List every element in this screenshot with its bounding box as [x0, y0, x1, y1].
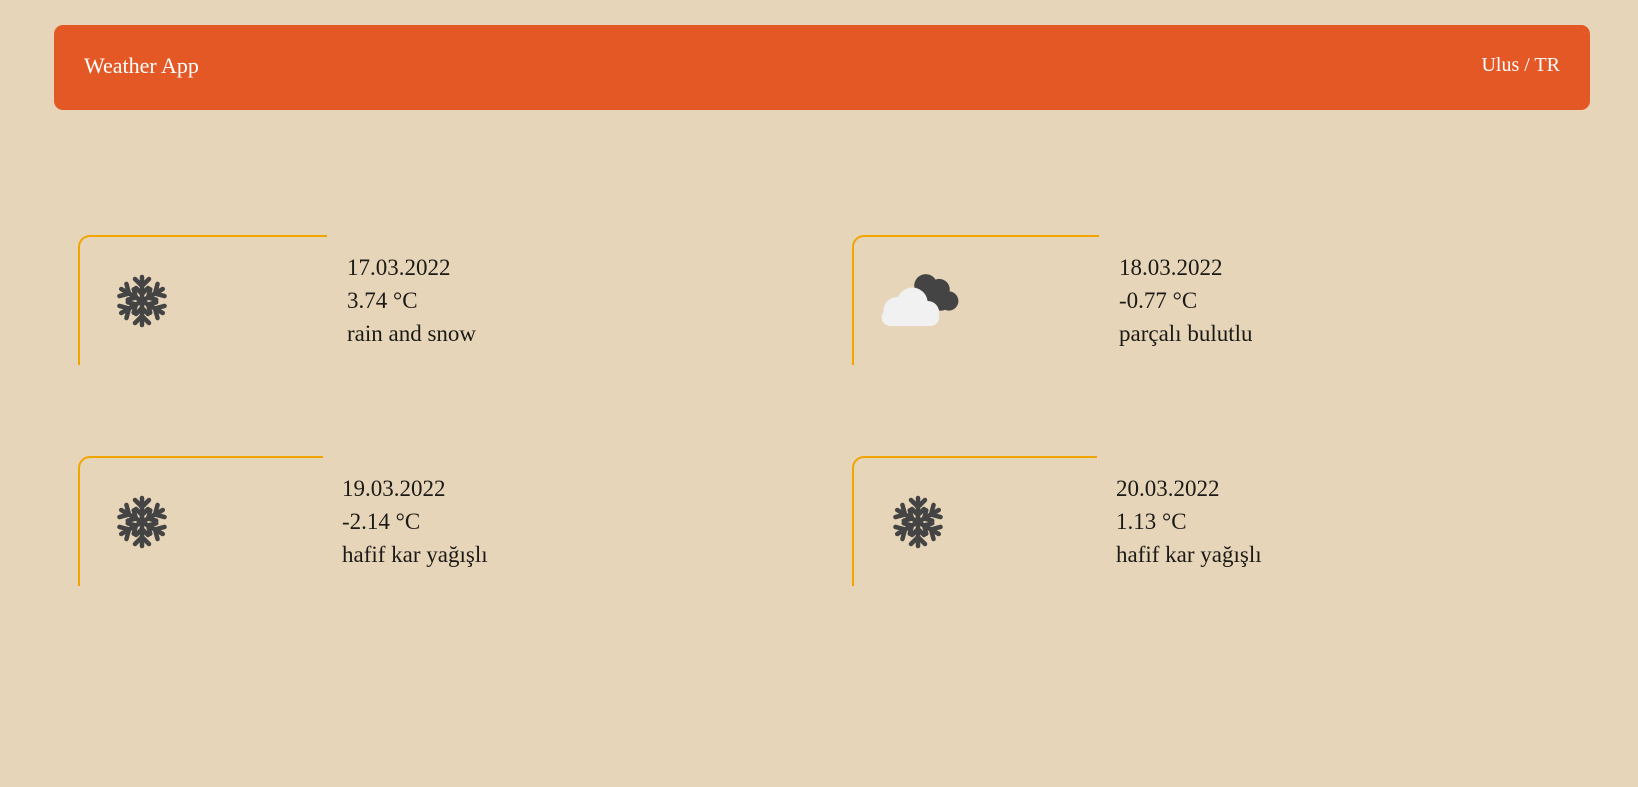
forecast-temperature: -0.77 °C	[1119, 288, 1198, 313]
forecast-description: parçalı bulutlu	[1119, 321, 1253, 346]
forecast-description: rain and snow	[347, 321, 477, 346]
forecast-date: 19.03.2022	[342, 476, 446, 501]
forecast-card: 19.03.2022 -2.14 °C hafif kar yağışlı	[78, 456, 778, 591]
forecast-temperature: -2.14 °C	[342, 509, 421, 534]
forecast-info: 19.03.2022 -2.14 °C hafif kar yağışlı	[342, 472, 488, 571]
forecast-card: 17.03.2022 3.74 °C rain and snow	[78, 235, 778, 370]
forecast-temperature: 1.13 °C	[1116, 509, 1187, 534]
forecast-date: 17.03.2022	[347, 255, 451, 280]
forecast-date: 18.03.2022	[1119, 255, 1223, 280]
clouds-icon	[881, 274, 959, 326]
weather-app-page: Weather App Ulus / TR 17.03.2022 3.74 °C…	[0, 0, 1638, 787]
forecast-description: hafif kar yağışlı	[1116, 542, 1262, 567]
snowflake-icon	[110, 495, 174, 554]
forecast-info: 20.03.2022 1.13 °C hafif kar yağışlı	[1116, 472, 1262, 571]
forecast-description: hafif kar yağışlı	[342, 542, 488, 567]
forecast-date: 20.03.2022	[1116, 476, 1220, 501]
forecast-card: 20.03.2022 1.13 °C hafif kar yağışlı	[852, 456, 1552, 591]
snowflake-icon	[110, 274, 174, 333]
forecast-info: 17.03.2022 3.74 °C rain and snow	[347, 251, 476, 350]
forecast-card: 18.03.2022 -0.77 °C parçalı bulutlu	[852, 235, 1552, 370]
location-label[interactable]: Ulus / TR	[1481, 53, 1560, 77]
forecast-temperature: 3.74 °C	[347, 288, 418, 313]
app-title[interactable]: Weather App	[84, 53, 199, 79]
app-header: Weather App Ulus / TR	[54, 25, 1590, 110]
forecast-info: 18.03.2022 -0.77 °C parçalı bulutlu	[1119, 251, 1253, 350]
snowflake-icon	[886, 495, 950, 554]
